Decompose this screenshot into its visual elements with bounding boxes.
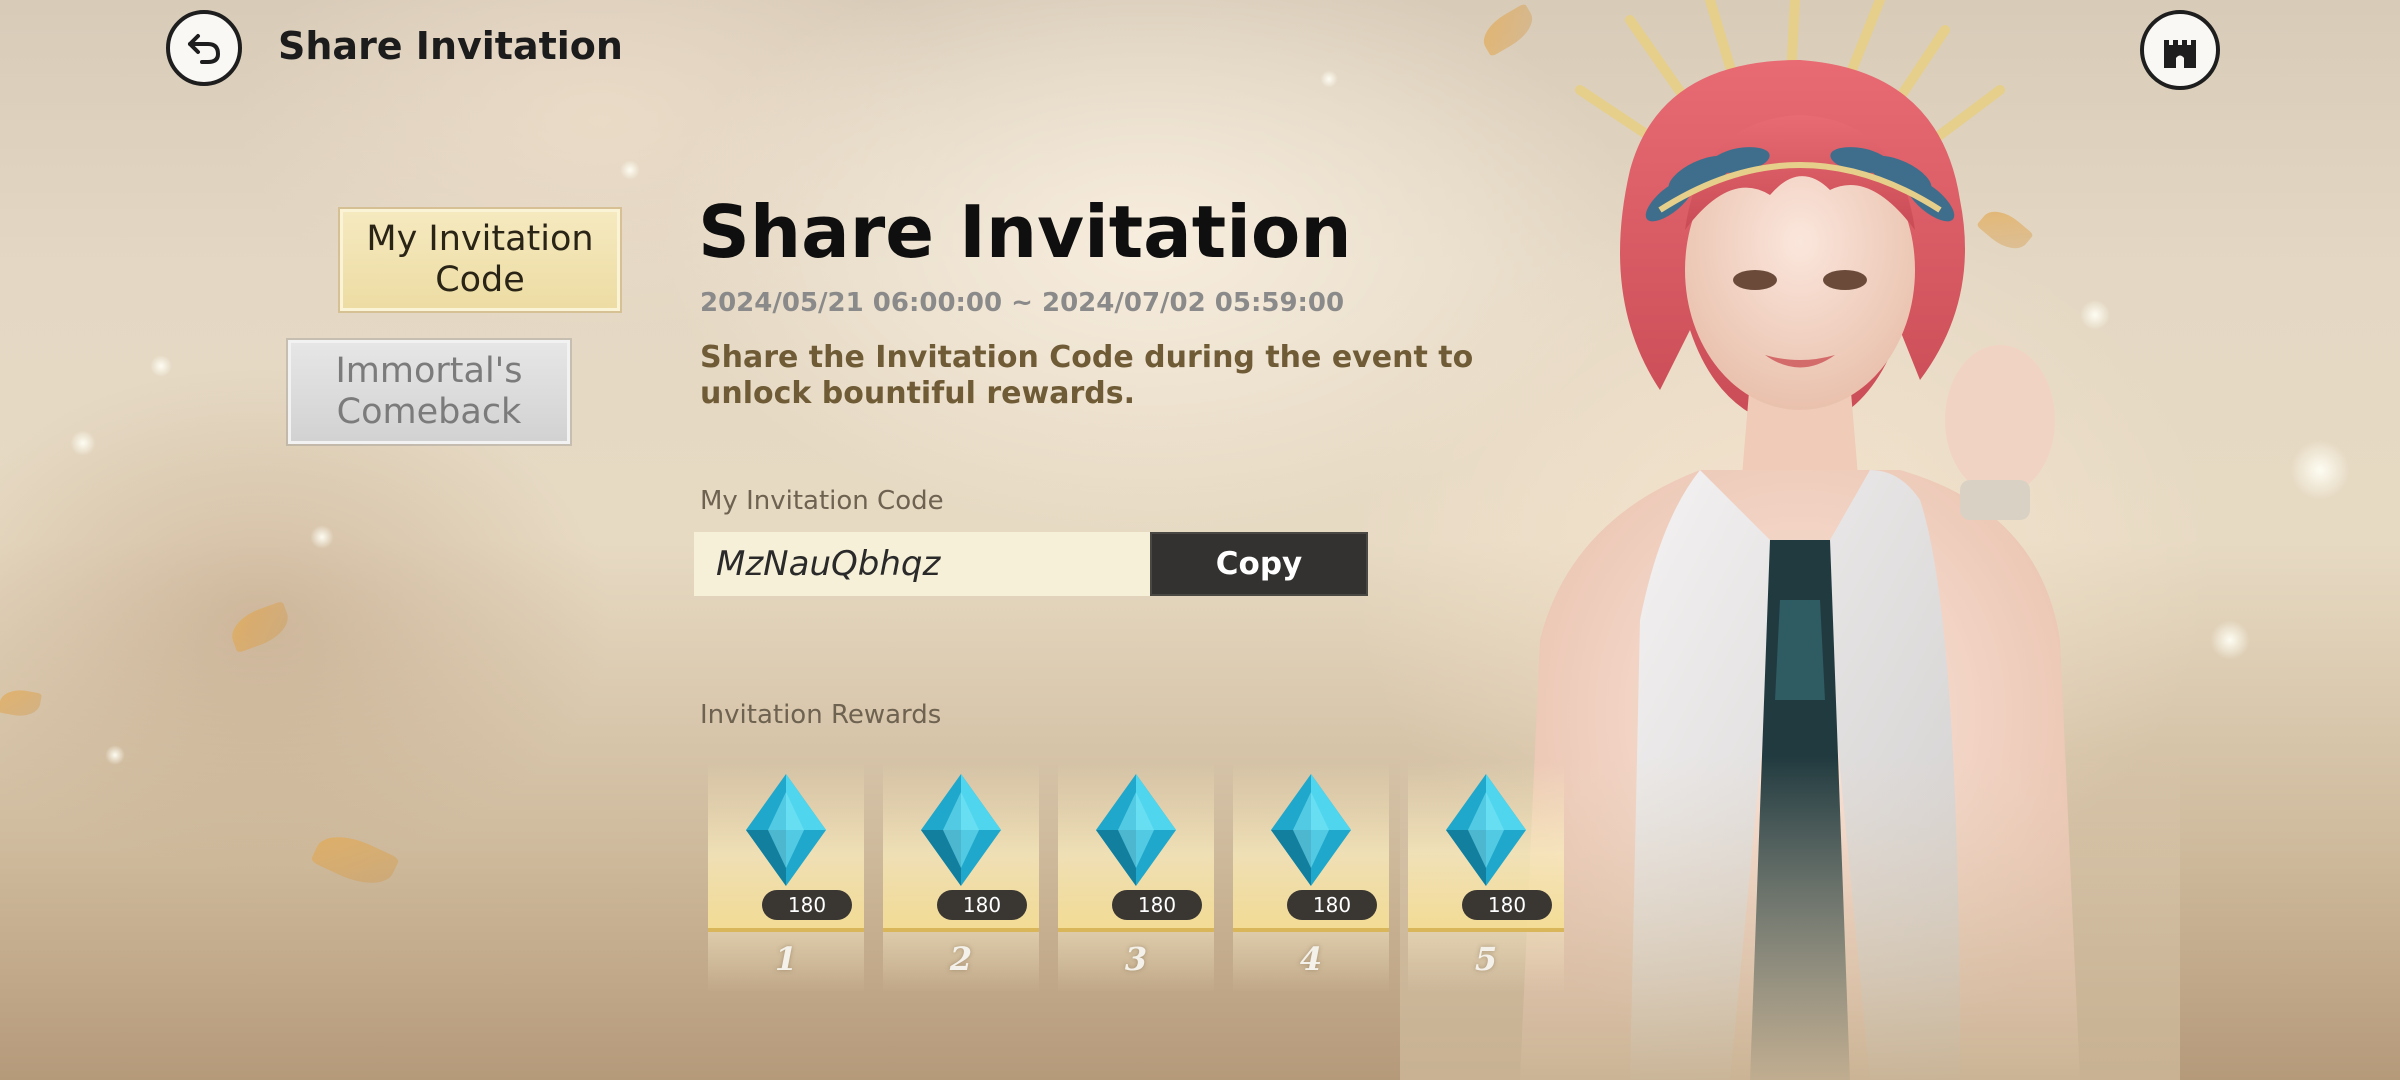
event-title: Share Invitation	[698, 190, 1352, 274]
bokeh-light	[150, 355, 172, 377]
tab-immortals-comeback[interactable]: Immortal's Comeback	[288, 340, 570, 444]
falling-leaf	[225, 600, 295, 654]
reward-quantity: 180	[937, 890, 1027, 920]
blue-crystal-icon	[921, 774, 1001, 886]
bokeh-light	[1320, 70, 1338, 88]
blue-crystal-icon	[746, 774, 826, 886]
tab-my-invitation-code[interactable]: My Invitation Code	[340, 209, 620, 311]
invitation-code-field[interactable]: MzNauQbhqz	[694, 532, 1150, 596]
falling-leaf	[310, 824, 400, 896]
bokeh-light	[2290, 440, 2350, 500]
reward-index: 2	[949, 940, 973, 978]
blue-crystal-icon	[1096, 774, 1176, 886]
reward-index: 1	[774, 940, 798, 978]
reward-card[interactable]: 180 2	[883, 762, 1039, 992]
reward-index: 3	[1124, 940, 1148, 978]
invitation-code-label: My Invitation Code	[700, 486, 944, 516]
copy-button[interactable]: Copy	[1150, 532, 1368, 596]
reward-quantity: 180	[762, 890, 852, 920]
bokeh-light	[105, 745, 125, 765]
reward-quantity: 180	[1462, 890, 1552, 920]
reward-card[interactable]: 180 4	[1233, 762, 1389, 992]
reward-card[interactable]: 180 5	[1408, 762, 1564, 992]
bokeh-light	[620, 160, 640, 180]
reward-index: 4	[1299, 940, 1323, 978]
back-button[interactable]	[166, 10, 242, 86]
back-arrow-icon	[188, 34, 221, 64]
falling-leaf	[0, 686, 42, 720]
header-title: Share Invitation	[278, 24, 623, 68]
rewards-list: 180 1 180 2 180 3 180 4 180 5	[708, 762, 1568, 992]
rewards-label: Invitation Rewards	[700, 700, 942, 730]
reward-quantity: 180	[1112, 890, 1202, 920]
tab-label: Immortal's Comeback	[335, 351, 523, 432]
home-castle-button[interactable]	[2140, 10, 2220, 90]
event-date-range: 2024/05/21 06:00:00 ~ 2024/07/02 05:59:0…	[700, 288, 1345, 318]
bokeh-light	[310, 525, 334, 549]
tab-label: My Invitation Code	[366, 219, 594, 300]
bokeh-light	[2210, 620, 2250, 660]
reward-quantity: 180	[1287, 890, 1377, 920]
blue-crystal-icon	[1446, 774, 1526, 886]
bokeh-light	[70, 430, 96, 456]
reward-index: 5	[1474, 940, 1498, 978]
blue-crystal-icon	[1271, 774, 1351, 886]
event-description: Share the Invitation Code during the eve…	[700, 340, 1474, 411]
reward-card[interactable]: 180 3	[1058, 762, 1214, 992]
castle-icon	[2164, 40, 2196, 68]
reward-card[interactable]: 180 1	[708, 762, 864, 992]
